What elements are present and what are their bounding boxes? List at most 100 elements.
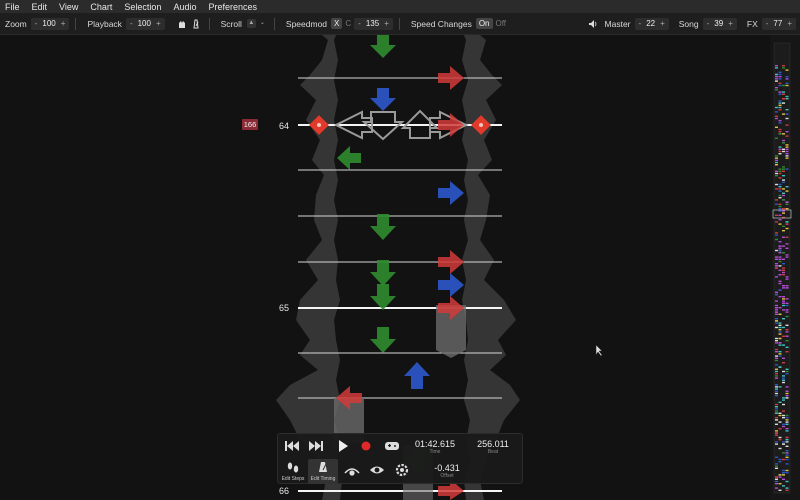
master-value[interactable]: 22: [642, 19, 659, 28]
master-label: Master: [604, 18, 631, 29]
assist-tick-icon[interactable]: [177, 19, 187, 29]
minimap-note: [782, 210, 785, 212]
minimap-note: [785, 329, 789, 331]
playback-increase-button[interactable]: +: [155, 19, 162, 28]
zoom-increase-button[interactable]: +: [60, 19, 67, 28]
minimap-note: [778, 208, 782, 210]
minimap-note: [778, 82, 782, 84]
minimap-note: [785, 324, 789, 326]
zoom-value[interactable]: 100: [38, 19, 59, 28]
minimap-note: [785, 221, 789, 223]
playback-value[interactable]: 100: [134, 19, 155, 28]
fx-stepper[interactable]: - 77 +: [761, 17, 796, 30]
minimap-note: [775, 172, 778, 175]
minimap-note: [785, 201, 789, 203]
skip-forward-icon[interactable]: [308, 440, 324, 452]
minimap-note: [775, 293, 778, 296]
minimap-note: [775, 403, 778, 406]
song-increase-button[interactable]: +: [727, 19, 734, 28]
transport-panel: 01:42.615 Time 256.011 Beat Edit Steps E…: [277, 433, 523, 484]
minimap-note: [775, 388, 778, 390]
minimap-note: [782, 304, 785, 307]
chart-editor-canvas[interactable]: 166 64 65 66: [0, 35, 770, 500]
speedmod-stepper[interactable]: - 135 +: [354, 17, 393, 30]
settings-gear-icon[interactable]: [395, 463, 409, 477]
edit-steps-label[interactable]: Edit Steps: [277, 476, 309, 482]
minimap-note: [782, 472, 785, 474]
speedmod-increase-button[interactable]: +: [383, 19, 390, 28]
menu-view[interactable]: View: [53, 2, 84, 12]
minimap-note: [775, 313, 778, 315]
preview-eye-icon[interactable]: [344, 465, 360, 477]
minimap-note: [785, 454, 789, 456]
speed-changes-on-toggle[interactable]: On: [475, 18, 493, 29]
play-icon[interactable]: [337, 439, 349, 453]
footprints-icon[interactable]: [286, 462, 300, 474]
minimap-note: [775, 256, 778, 258]
minimap-note: [785, 373, 789, 375]
measure-number-64: 64: [279, 121, 290, 131]
metronome-icon[interactable]: [191, 19, 201, 29]
minimap-note: [782, 91, 785, 93]
scroll-up-icon[interactable]: ▲: [246, 19, 256, 28]
minimap-note: [775, 487, 778, 489]
fx-value[interactable]: 77: [769, 19, 786, 28]
speedmod-value[interactable]: 135: [362, 19, 383, 28]
time-readout: 01:42.615 Time: [408, 439, 462, 455]
minimap-note: [785, 298, 789, 300]
menu-edit[interactable]: Edit: [26, 2, 54, 12]
menu-audio[interactable]: Audio: [167, 2, 202, 12]
note-field[interactable]: [0, 35, 770, 500]
minimap-note: [778, 351, 782, 353]
minimap-note: [775, 249, 778, 252]
minimap-note: [775, 76, 778, 78]
gamepad-icon[interactable]: [384, 440, 400, 452]
playback-stepper[interactable]: - 100 +: [125, 17, 165, 30]
record-icon[interactable]: [361, 441, 371, 451]
menu-preferences[interactable]: Preferences: [202, 2, 263, 12]
chart-minimap[interactable]: [770, 35, 800, 500]
minimap-note: [785, 351, 789, 353]
skip-back-icon[interactable]: [284, 440, 300, 452]
minimap-note: [775, 106, 778, 109]
minimap-note: [775, 357, 778, 359]
minimap-note: [785, 186, 789, 188]
menu-file[interactable]: File: [0, 2, 26, 12]
minimap-note: [785, 445, 789, 447]
minimap-note: [785, 487, 789, 489]
eye-icon[interactable]: [369, 464, 385, 476]
minimap-note: [785, 84, 789, 87]
speedmod-x-toggle[interactable]: X: [331, 18, 343, 29]
minimap-note: [775, 80, 778, 82]
menu-chart[interactable]: Chart: [84, 2, 118, 12]
minimap-note: [775, 355, 778, 357]
note-right-arrow: [438, 181, 464, 205]
menu-selection[interactable]: Selection: [118, 2, 167, 12]
scroll-down-icon[interactable]: ⌄: [258, 19, 267, 28]
minimap-note: [785, 456, 789, 458]
minimap-note: [782, 285, 785, 287]
minimap-note: [778, 353, 782, 355]
minimap-note: [782, 84, 785, 87]
minimap-note: [782, 269, 785, 271]
minimap-note: [785, 480, 789, 483]
minimap-note: [782, 377, 785, 379]
minimap-note: [778, 120, 782, 122]
song-stepper[interactable]: - 39 +: [702, 17, 737, 30]
minimap-note: [778, 183, 782, 186]
master-increase-button[interactable]: +: [659, 19, 666, 28]
minimap-note: [782, 423, 785, 425]
fx-increase-button[interactable]: +: [786, 19, 793, 28]
minimap-note: [775, 480, 778, 483]
minimap-note: [775, 304, 778, 307]
minimap-note: [785, 421, 789, 423]
speed-changes-off-toggle[interactable]: Off: [493, 18, 510, 29]
edit-timing-label[interactable]: Edit Timing: [307, 476, 339, 482]
measure-flag: 166: [242, 119, 258, 130]
minimap-note: [785, 285, 789, 287]
speedmod-c-toggle[interactable]: C: [342, 18, 354, 29]
song-value[interactable]: 39: [710, 19, 727, 28]
toolbar-divider: [208, 17, 210, 30]
zoom-stepper[interactable]: - 100 +: [30, 17, 70, 30]
master-stepper[interactable]: - 22 +: [634, 17, 669, 30]
